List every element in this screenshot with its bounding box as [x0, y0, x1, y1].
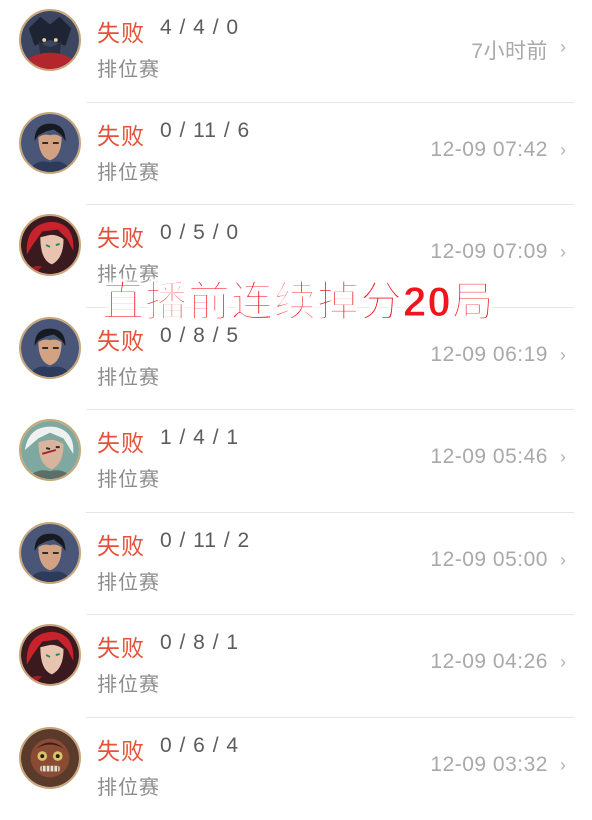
match-time: 7小时前 [471, 35, 548, 65]
game-mode: 排位赛 [97, 566, 160, 595]
match-result: 失败 [97, 732, 145, 766]
match-row[interactable]: 失败 0 / 6 / 4 排位赛 12-09 03:32 › [0, 718, 592, 820]
dark-armored-hero-avatar-icon [19, 9, 81, 71]
match-history-list: 失败 4 / 4 / 0 排位赛 7小时前 › 失败 0 / 11 / 6 排位… [0, 0, 592, 820]
match-time: 12-09 05:00 [430, 548, 548, 572]
match-row[interactable]: 失败 4 / 4 / 0 排位赛 7小时前 › [0, 0, 592, 103]
game-mode: 排位赛 [97, 668, 160, 697]
match-result: 失败 [97, 117, 145, 151]
match-row[interactable]: 失败 0 / 8 / 1 排位赛 12-09 04:26 › [0, 615, 592, 718]
match-time: 12-09 07:09 [430, 240, 548, 264]
kda-score: 4 / 4 / 0 [160, 16, 239, 40]
overlay-caption: 直播前连续掉分20局 [102, 268, 495, 329]
chevron-right-icon: › [560, 755, 566, 776]
chevron-right-icon: › [560, 345, 566, 366]
game-mode: 排位赛 [97, 463, 160, 492]
game-mode: 排位赛 [97, 53, 160, 82]
masked-mechanic-avatar-icon [19, 727, 81, 789]
kda-score: 0 / 6 / 4 [160, 734, 239, 758]
match-time: 12-09 05:46 [430, 445, 548, 469]
game-mode: 排位赛 [97, 156, 160, 185]
game-mode: 排位赛 [97, 361, 160, 390]
match-row[interactable]: 失败 1 / 4 / 1 排位赛 12-09 05:46 › [0, 410, 592, 513]
match-result: 失败 [97, 527, 145, 561]
red-haired-assassin-avatar-icon [19, 624, 81, 686]
match-time: 12-09 07:42 [430, 138, 548, 162]
red-haired-assassin-avatar-icon [19, 214, 81, 276]
match-result: 失败 [97, 219, 145, 253]
dark-haired-swordsman-avatar-icon [19, 317, 81, 379]
match-time: 12-09 06:19 [430, 343, 548, 367]
chevron-right-icon: › [560, 37, 566, 58]
kda-score: 0 / 8 / 1 [160, 631, 239, 655]
match-time: 12-09 04:26 [430, 650, 548, 674]
match-row[interactable]: 失败 0 / 11 / 2 排位赛 12-09 05:00 › [0, 513, 592, 616]
match-row[interactable]: 失败 0 / 11 / 6 排位赛 12-09 07:42 › [0, 103, 592, 206]
chevron-right-icon: › [560, 447, 566, 468]
kda-score: 0 / 11 / 6 [160, 119, 250, 143]
white-haired-warrior-avatar-icon [19, 419, 81, 481]
match-time: 12-09 03:32 [430, 753, 548, 777]
kda-score: 0 / 5 / 0 [160, 221, 239, 245]
match-result: 失败 [97, 629, 145, 663]
chevron-right-icon: › [560, 242, 566, 263]
chevron-right-icon: › [560, 140, 566, 161]
game-mode: 排位赛 [97, 771, 160, 800]
dark-haired-swordsman-avatar-icon [19, 522, 81, 584]
match-result: 失败 [97, 424, 145, 458]
dark-haired-swordsman-avatar-icon [19, 112, 81, 174]
chevron-right-icon: › [560, 550, 566, 571]
match-result: 失败 [97, 14, 145, 48]
kda-score: 1 / 4 / 1 [160, 426, 239, 450]
kda-score: 0 / 11 / 2 [160, 529, 250, 553]
chevron-right-icon: › [560, 652, 566, 673]
